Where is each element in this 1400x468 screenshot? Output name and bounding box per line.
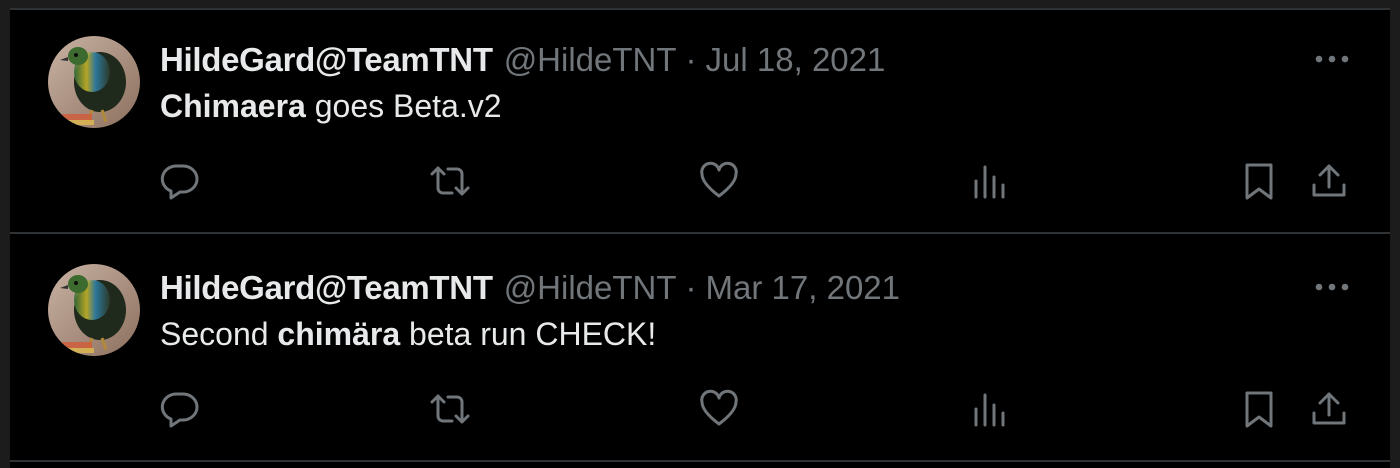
- reply-button[interactable]: [157, 158, 203, 204]
- retweet-button[interactable]: [427, 158, 473, 204]
- views-button[interactable]: [967, 386, 1013, 432]
- share-button[interactable]: [1306, 158, 1352, 204]
- user-handle[interactable]: @HildeTNT: [504, 41, 677, 79]
- bookmark-icon: [1245, 163, 1273, 200]
- share-icon: [1312, 392, 1346, 425]
- avatar[interactable]: [48, 264, 140, 356]
- reply-icon: [160, 392, 199, 428]
- avatar-bird-image: [48, 264, 140, 356]
- tweet-text: Chimaera goes Beta.v2: [160, 88, 502, 125]
- avatar[interactable]: [48, 36, 140, 128]
- tweet-text-bold: Chimaera: [160, 88, 306, 124]
- avatar-bird-image: [48, 36, 140, 128]
- tweet-text-segment: beta run CHECK!: [400, 316, 657, 352]
- like-button[interactable]: [696, 386, 742, 432]
- retweet-button[interactable]: [427, 386, 473, 432]
- separator-dot: ·: [685, 269, 697, 306]
- tweet[interactable]: HildeGard@TeamTNT @HildeTNT · Jul 18, 20…: [10, 8, 1390, 234]
- action-bar: [10, 386, 1390, 436]
- share-icon: [1312, 164, 1346, 197]
- tweet[interactable]: HildeGard@TeamTNT @HildeTNT · Mar 17, 20…: [10, 236, 1390, 462]
- tweet-text-segment: goes Beta.v2: [305, 88, 502, 124]
- tweet-header: HildeGard@TeamTNT @HildeTNT · Jul 18, 20…: [160, 38, 885, 82]
- heart-icon: [700, 389, 738, 426]
- more-dots-icon: [1315, 55, 1349, 63]
- display-name[interactable]: HildeGard@TeamTNT: [160, 41, 493, 79]
- retweet-icon: [430, 166, 470, 196]
- tweet-header: HildeGard@TeamTNT @HildeTNT · Mar 17, 20…: [160, 266, 900, 310]
- heart-icon: [700, 161, 738, 198]
- reply-button[interactable]: [157, 386, 203, 432]
- tweet-text: Second chimära beta run CHECK!: [160, 316, 656, 353]
- tweet-date[interactable]: Jul 18, 2021: [706, 41, 886, 79]
- more-dots-icon: [1315, 283, 1349, 291]
- action-bar: [10, 158, 1390, 208]
- like-button[interactable]: [696, 158, 742, 204]
- user-handle[interactable]: @HildeTNT: [504, 269, 677, 307]
- share-button[interactable]: [1306, 386, 1352, 432]
- tweet-text-segment: Second: [160, 316, 278, 352]
- timeline-feed: HildeGard@TeamTNT @HildeTNT · Jul 18, 20…: [0, 0, 1400, 468]
- bookmark-icon: [1245, 391, 1273, 428]
- display-name[interactable]: HildeGard@TeamTNT: [160, 269, 493, 307]
- bookmark-button[interactable]: [1236, 386, 1282, 432]
- views-bar-chart-icon: [974, 165, 1005, 199]
- tweet-text-bold: chimära: [277, 316, 401, 352]
- reply-icon: [160, 164, 199, 200]
- retweet-icon: [430, 394, 470, 424]
- views-bar-chart-icon: [974, 393, 1005, 427]
- more-button[interactable]: [1310, 272, 1354, 302]
- separator-dot: ·: [685, 41, 697, 78]
- views-button[interactable]: [967, 158, 1013, 204]
- tweet-date[interactable]: Mar 17, 2021: [706, 269, 900, 307]
- more-button[interactable]: [1310, 44, 1354, 74]
- bookmark-button[interactable]: [1236, 158, 1282, 204]
